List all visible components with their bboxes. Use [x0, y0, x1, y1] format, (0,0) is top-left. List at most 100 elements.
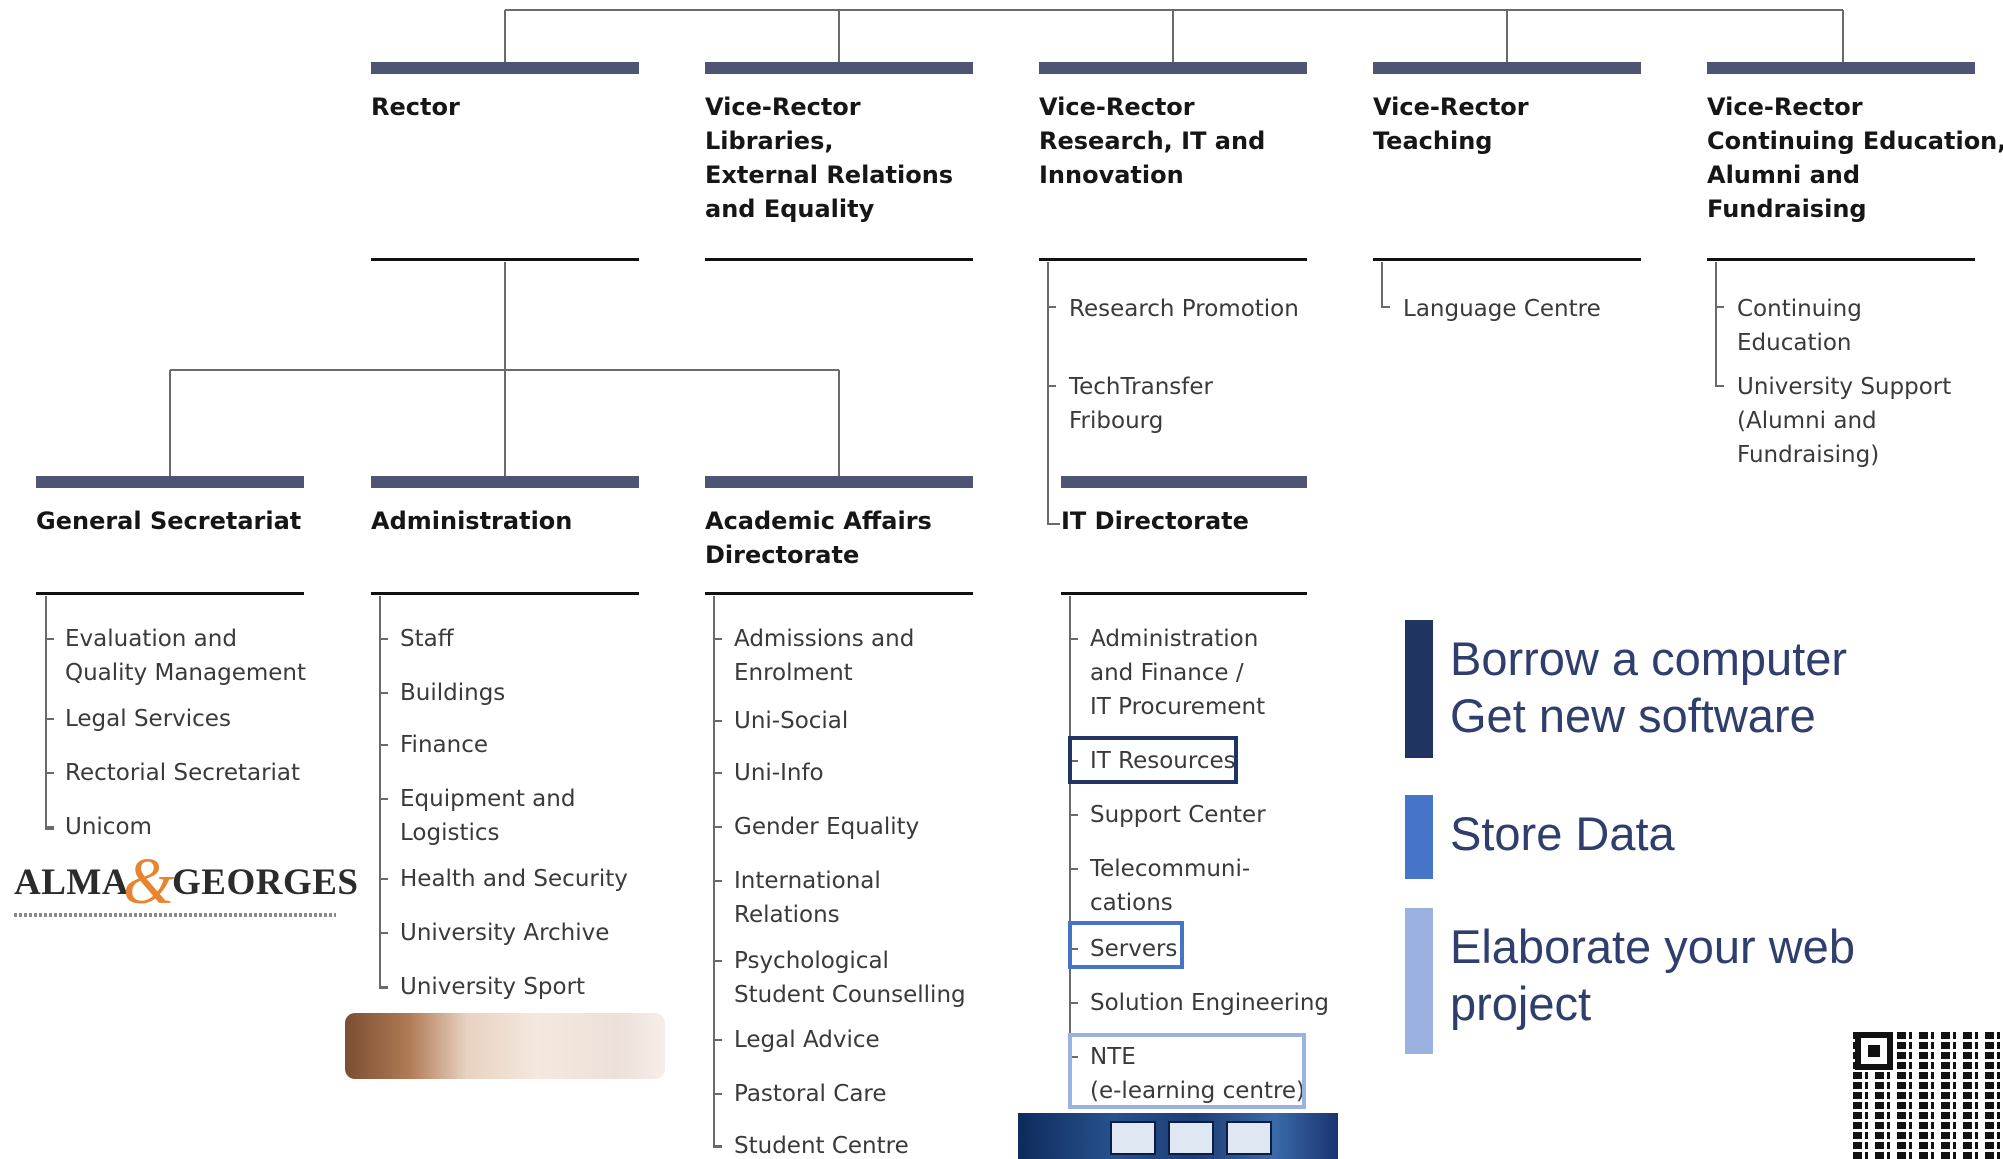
connector-teaching-trunk: [1381, 262, 1390, 308]
directorate-rule: [705, 592, 973, 595]
highlight-box: [1068, 921, 1184, 969]
top-box-rule: [1707, 258, 1975, 261]
directorate-item-line: Unicom: [65, 814, 152, 840]
top-box-title-line: Continuing Education,: [1707, 127, 2003, 155]
legend-label-line: Elaborate your web: [1450, 920, 1855, 973]
directorate-title-line: IT Directorate: [1061, 507, 1249, 535]
top-box-rule: [705, 258, 973, 261]
top-box-title-line: Research, IT and: [1039, 127, 1266, 155]
logo-tagline-strip: [14, 913, 336, 917]
top-box-item-line: Research Promotion: [1069, 296, 1299, 322]
directorate-item-line: Psychological: [734, 948, 889, 974]
directorate-item-line: Admissions and: [734, 626, 915, 652]
directorate-rule: [36, 592, 304, 595]
directorate-item-line: Telecommuni-: [1090, 856, 1251, 882]
top-box-title-line: Innovation: [1039, 161, 1184, 189]
directorate-title-line: General Secretariat: [36, 507, 302, 535]
connector-lines: [45, 9, 1844, 1148]
top-box-item-line: Fribourg: [1069, 408, 1164, 434]
legend-label-line: project: [1450, 977, 1592, 1030]
top-box-bar: [705, 62, 973, 74]
directorate-rule: [371, 592, 639, 595]
highlight-box: [1068, 736, 1238, 784]
directorate-item-line: Quality Management: [65, 660, 307, 686]
top-box-title-line: Rector: [371, 93, 460, 121]
connector-research-trunk: [1047, 262, 1060, 525]
legend-color-bar: [1405, 620, 1433, 758]
connector-continuing-trunk: [1715, 262, 1724, 387]
highlight-box: [1068, 1033, 1306, 1109]
top-box-bar: [371, 62, 639, 74]
directorate-item-line: Administration: [1090, 626, 1259, 652]
top-box-title-line: Alumni and: [1707, 161, 1861, 189]
top-box-bar: [1373, 62, 1641, 74]
logo-word-left: ALMA: [14, 862, 130, 903]
directorate-item-line: and Finance /: [1090, 660, 1244, 686]
directorate-bar: [371, 476, 639, 488]
directorate-item-line: Evaluation and: [65, 626, 237, 652]
top-box-rule: [371, 258, 639, 261]
top-box-item-line: University Support: [1737, 374, 1952, 400]
alma-georges-logo[interactable]: ALMA & GEORGES: [14, 847, 358, 925]
computer-screens-photo: [1018, 1113, 1338, 1159]
monitor-icon: [1110, 1121, 1156, 1155]
top-box-item-line: Language Centre: [1403, 296, 1601, 322]
directorate-item-line: Staff: [400, 626, 454, 652]
directorate-item-line: Student Counselling: [734, 982, 966, 1008]
directorate-item-line: Support Center: [1090, 802, 1266, 828]
directorate-item-line: University Archive: [400, 920, 610, 946]
top-box-title-line: Teaching: [1373, 127, 1493, 155]
directorate-item-line: Gender Equality: [734, 814, 920, 840]
directorate-item-line: Equipment and: [400, 786, 576, 812]
top-box-title-line: and Equality: [705, 195, 875, 223]
top-box-title-line: Vice-Rector: [1039, 93, 1195, 121]
connector-academic-affairs-trunk: [713, 596, 722, 1148]
connector-administration-trunk: [379, 596, 388, 989]
directorate-item-line: International: [734, 868, 881, 894]
top-box-title-line: Libraries,: [705, 127, 834, 155]
directorate-item-line: Uni-Social: [734, 708, 849, 734]
top-box-item-line: Fundraising): [1737, 442, 1880, 468]
directorate-title-line: Directorate: [705, 541, 860, 569]
directorate-item-line: Finance: [400, 732, 488, 758]
legend-label-line: Store Data: [1450, 807, 1675, 860]
directorate-item-line: cations: [1090, 890, 1173, 916]
top-box-title-line: External Relations: [705, 161, 954, 189]
directorate-item-line: Rectorial Secretariat: [65, 760, 301, 786]
top-box-bar: [1039, 62, 1307, 74]
qr-code-icon[interactable]: [1853, 1030, 2003, 1159]
directorate-item-line: Relations: [734, 902, 840, 928]
top-box-item-line: Continuing: [1737, 296, 1862, 322]
legend-color-bar: [1405, 908, 1433, 1054]
monitor-icon: [1168, 1121, 1214, 1155]
top-box-rule: [1039, 258, 1307, 261]
directorate-rule: [1061, 592, 1307, 595]
directorate-item-line: Logistics: [400, 820, 500, 846]
directorate-item-line: University Sport: [400, 974, 586, 1000]
connector-general-secretariat-trunk: [45, 596, 54, 830]
top-box-item-line: TechTransfer: [1069, 374, 1213, 400]
monitor-icon: [1226, 1121, 1272, 1155]
top-box-bar: [1707, 62, 1975, 74]
top-box-title-line: Vice-Rector: [1707, 93, 1863, 121]
logo-word-right: GEORGES: [172, 862, 359, 903]
directorate-item-line: Solution Engineering: [1090, 990, 1330, 1016]
logo-ampersand: &: [123, 845, 175, 918]
directorate-item-line: Enrolment: [734, 660, 853, 686]
directorate-item-line: Uni-Info: [734, 760, 824, 786]
directorate-title-line: Academic Affairs: [705, 507, 932, 535]
top-box-title-line: Vice-Rector: [705, 93, 861, 121]
directorate-title-line: Administration: [371, 507, 573, 535]
directorate-item-line: Buildings: [400, 680, 506, 706]
top-box-rule: [1373, 258, 1641, 261]
legend-label-line: Borrow a computer: [1450, 632, 1848, 685]
directorate-bar: [705, 476, 973, 488]
directorate-bar: [36, 476, 304, 488]
top-box-item-line: (Alumni and: [1737, 408, 1877, 434]
directorate-item-line: Student Centre: [734, 1133, 909, 1159]
directorate-item-line: Legal Advice: [734, 1027, 880, 1053]
directorate-item-line: Legal Services: [65, 706, 231, 732]
wellness-photo: [345, 1013, 665, 1079]
directorate-item-line: Health and Security: [400, 866, 628, 892]
legend-label-line: Get new software: [1450, 689, 1816, 742]
